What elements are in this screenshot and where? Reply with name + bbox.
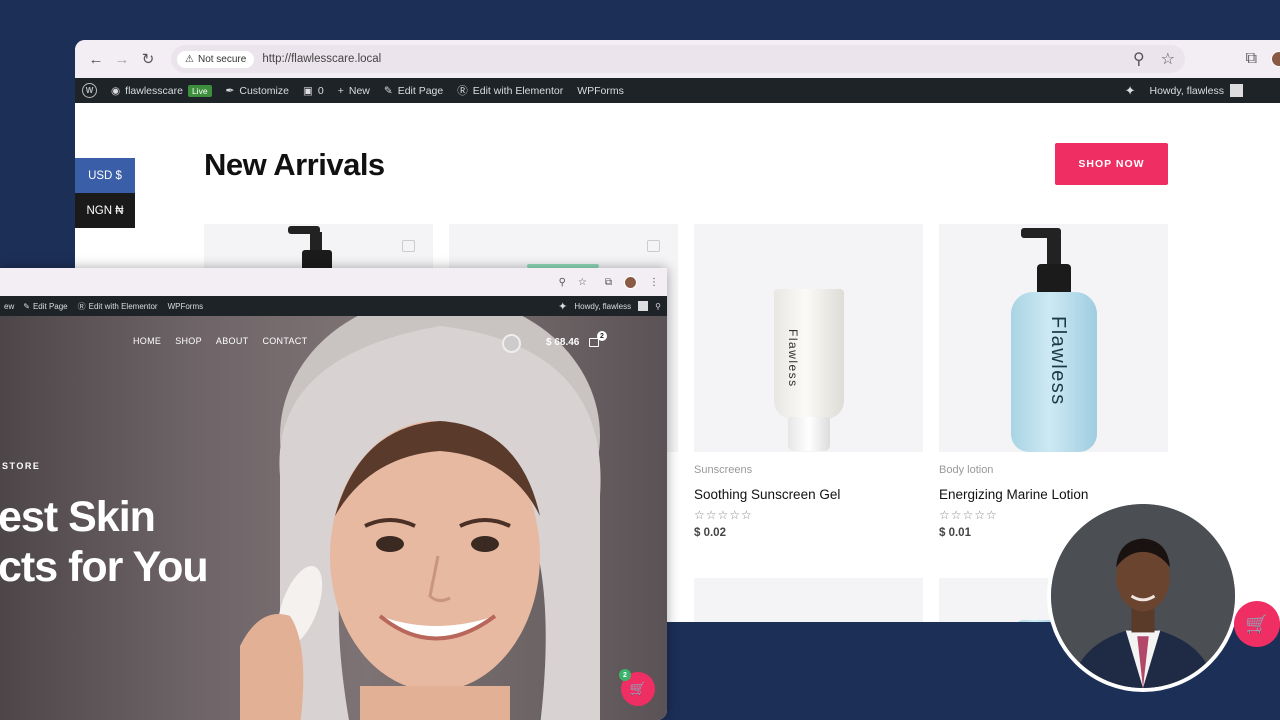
cart-total[interactable]: $ 68.46 — [546, 337, 579, 348]
nav-contact[interactable]: CONTACT — [262, 336, 307, 346]
nav-shop[interactable]: SHOP — [175, 336, 202, 346]
warning-icon: ⚠ — [185, 53, 194, 65]
reload-icon[interactable]: ↻ — [135, 46, 161, 72]
search-icon[interactable]: ⚲ — [655, 302, 661, 311]
wpforms-item[interactable]: WPForms — [570, 85, 631, 97]
profile-avatar[interactable] — [624, 275, 637, 289]
location-icon[interactable]: ⚲ — [1133, 49, 1145, 69]
site-name-item[interactable]: ◉ flawlesscare Live — [104, 84, 219, 97]
product-card-image[interactable]: Flawless — [939, 224, 1168, 452]
pencil-icon: ✎ — [383, 84, 393, 97]
currency-ngn-option[interactable]: NGN ₦ — [75, 193, 135, 228]
wordpress-icon: W — [82, 83, 97, 98]
wp-admin-bar: ew ✎ Edit Page Ⓡ Edit with Elementor WPF… — [0, 296, 667, 316]
pencil-icon: ✎ — [23, 301, 30, 311]
customize-item[interactable]: ✒ Customize — [219, 85, 296, 97]
wpforms-item[interactable]: WPForms — [163, 302, 209, 311]
bag-icon[interactable] — [402, 240, 415, 252]
wp-admin-bar: W ◉ flawlesscare Live ✒ Customize ▣ 0 + … — [75, 78, 1280, 103]
lotion-bottle-graphic: Flawless — [1009, 228, 1099, 453]
sparkle-icon[interactable]: ✦ — [558, 300, 567, 313]
extensions-icon[interactable]: ⧉ — [605, 277, 612, 288]
nav-home[interactable]: HOME — [133, 336, 161, 346]
admin-avatar[interactable] — [1230, 84, 1243, 97]
browser-toolbar: ⚲ ☆ ⧉ ⋮ — [0, 268, 667, 296]
address-bar[interactable]: ⚠ Not secure http://flawlesscare.local ⚲… — [171, 45, 1185, 73]
edit-elementor-item[interactable]: Ⓡ Edit with Elementor — [450, 83, 570, 98]
brush-icon: ✒ — [225, 84, 235, 97]
elementor-icon: Ⓡ — [457, 85, 468, 97]
currency-usd-option[interactable]: USD $ — [75, 158, 135, 193]
wordpress-menu[interactable]: W — [75, 83, 104, 98]
product-category[interactable]: Body lotion — [939, 464, 993, 476]
browser-toolbar: ← → ↻ ⚠ Not secure http://flawlesscare.l… — [75, 40, 1280, 78]
live-badge: Live — [187, 84, 212, 97]
howdy-item[interactable]: Howdy, flawless — [574, 302, 631, 311]
back-arrow-icon[interactable]: ← — [83, 46, 109, 72]
shop-now-button[interactable]: SHOP NOW — [1055, 143, 1168, 185]
edit-page-item[interactable]: ✎ Edit Page — [377, 85, 450, 97]
new-item[interactable]: ew — [0, 302, 18, 311]
rating-stars: ☆☆☆☆☆ — [694, 508, 753, 522]
location-icon[interactable]: ⚲ — [559, 277, 566, 288]
hero-section: HOME SHOP ABOUT CONTACT $ 68.46 2 STORE … — [0, 316, 667, 720]
hero-heading: est Skin cts for You — [0, 493, 209, 591]
new-item[interactable]: + New — [331, 85, 377, 97]
cart-fab[interactable]: 🛒 — [1234, 601, 1280, 647]
product-price: $ 0.01 — [939, 527, 971, 539]
main-nav: HOME SHOP ABOUT CONTACT — [133, 336, 307, 346]
bag-icon[interactable] — [647, 240, 660, 252]
comments-item[interactable]: ▣ 0 — [296, 85, 331, 97]
edit-page-item[interactable]: ✎ Edit Page — [18, 302, 72, 311]
user-icon[interactable] — [502, 334, 521, 353]
security-chip[interactable]: ⚠ Not secure — [177, 50, 255, 68]
product-category[interactable]: Sunscreens — [694, 464, 752, 476]
front-browser-window: ⚲ ☆ ⧉ ⋮ ew ✎ Edit Page Ⓡ Edit with Eleme… — [0, 268, 667, 720]
howdy-item[interactable]: Howdy, flawless — [1150, 85, 1225, 97]
product-name[interactable]: Soothing Sunscreen Gel — [694, 487, 840, 502]
page-title: New Arrivals — [204, 147, 385, 182]
presenter-image — [1051, 504, 1235, 688]
profile-avatar[interactable] — [1271, 51, 1280, 67]
cart-icon: 🛒 — [1245, 613, 1269, 634]
elementor-icon: Ⓡ — [77, 301, 86, 311]
star-icon[interactable]: ☆ — [1161, 49, 1175, 69]
forward-arrow-icon[interactable]: → — [109, 46, 135, 72]
admin-avatar[interactable] — [638, 301, 649, 311]
extensions-icon[interactable]: ⧉ — [1246, 50, 1257, 68]
cart-count-badge: 2 — [597, 331, 607, 341]
nav-about[interactable]: ABOUT — [216, 336, 249, 346]
product-card-image[interactable]: Flawless — [694, 224, 923, 452]
url-text: http://flawlesscare.local — [262, 53, 382, 65]
sparkle-icon[interactable]: ✦ — [1125, 83, 1136, 99]
hero-tagline: STORE — [2, 461, 41, 471]
star-icon[interactable]: ☆ — [578, 277, 587, 288]
comment-icon: ▣ — [302, 84, 313, 97]
product-price: $ 0.02 — [694, 527, 726, 539]
dashboard-icon: ◉ — [111, 84, 121, 97]
cart-icon: 🛒 — [629, 681, 647, 696]
plus-icon: + — [337, 84, 344, 97]
cart-fab-badge: 2 — [619, 669, 631, 681]
sunscreen-tube-graphic: Flawless — [774, 289, 844, 454]
hero-woman-image — [240, 316, 601, 720]
edit-elementor-item[interactable]: Ⓡ Edit with Elementor — [73, 301, 163, 312]
presenter-webcam — [1047, 500, 1239, 692]
rating-stars: ☆☆☆☆☆ — [939, 508, 998, 522]
product-name[interactable]: Energizing Marine Lotion — [939, 487, 1088, 502]
menu-dots-icon[interactable]: ⋮ — [649, 277, 659, 288]
